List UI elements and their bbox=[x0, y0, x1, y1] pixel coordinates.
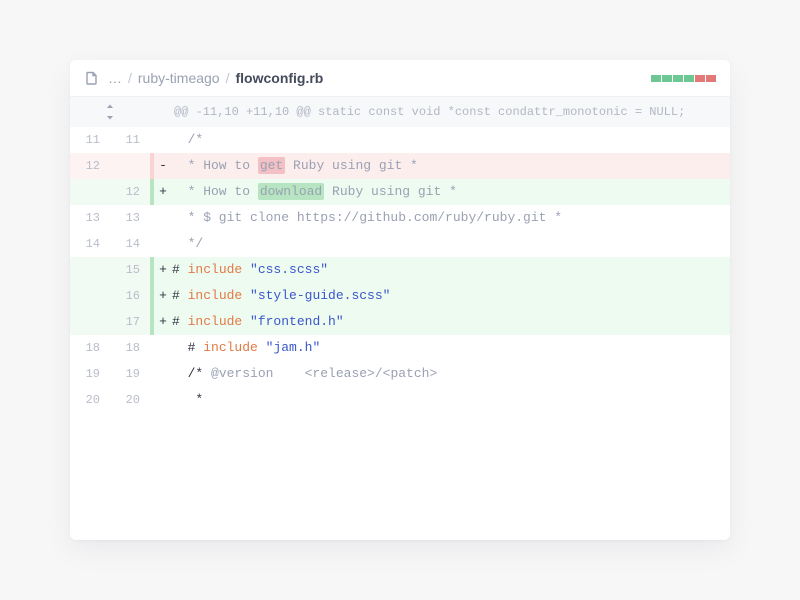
diff-content: * bbox=[172, 387, 730, 413]
line-number-new bbox=[110, 153, 150, 179]
line-number-new: 17 bbox=[110, 309, 150, 335]
diff-line[interactable]: 2020 * bbox=[70, 387, 730, 413]
breadcrumb-ellipsis: … bbox=[108, 70, 122, 86]
line-number-new: 18 bbox=[110, 335, 150, 361]
line-number-old: 11 bbox=[70, 127, 110, 153]
diff-line[interactable]: 17+# include "frontend.h" bbox=[70, 309, 730, 335]
line-number-old: 12 bbox=[70, 153, 110, 179]
diff-stat-bar bbox=[684, 75, 694, 82]
breadcrumb-sep: / bbox=[226, 70, 230, 86]
diff-stat-bar bbox=[695, 75, 705, 82]
diff-sign bbox=[154, 361, 172, 387]
diff-content: # include "frontend.h" bbox=[172, 309, 730, 335]
diff-content: /* bbox=[172, 127, 730, 153]
diff-stat-bar bbox=[662, 75, 672, 82]
expand-hunk-button[interactable] bbox=[70, 103, 150, 121]
breadcrumb-dir: ruby-timeago bbox=[138, 70, 220, 86]
diff-line[interactable]: 15+# include "css.scss" bbox=[70, 257, 730, 283]
line-number-old bbox=[70, 257, 110, 283]
diff-sign bbox=[154, 335, 172, 361]
expand-icon bbox=[104, 103, 116, 121]
line-number-old bbox=[70, 309, 110, 335]
diff-sign: - bbox=[154, 153, 172, 179]
diff-stat-bar bbox=[651, 75, 661, 82]
diff-line[interactable]: 12+ * How to download Ruby using git * bbox=[70, 179, 730, 205]
diff-sign: + bbox=[154, 257, 172, 283]
diff-line[interactable]: 1414 */ bbox=[70, 231, 730, 257]
line-number-new: 19 bbox=[110, 361, 150, 387]
diff-line[interactable]: 1313 * $ git clone https://github.com/ru… bbox=[70, 205, 730, 231]
line-number-new: 20 bbox=[110, 387, 150, 413]
diff-sign: + bbox=[154, 309, 172, 335]
file-header: … / ruby-timeago / flowconfig.rb bbox=[70, 60, 730, 97]
line-number-new: 16 bbox=[110, 283, 150, 309]
diff-sign bbox=[154, 387, 172, 413]
diff-sign: + bbox=[154, 179, 172, 205]
line-number-new: 14 bbox=[110, 231, 150, 257]
diff-sign: + bbox=[154, 283, 172, 309]
diff-content: */ bbox=[172, 231, 730, 257]
diff-content: * How to get Ruby using git * bbox=[172, 153, 730, 179]
breadcrumb-file: flowconfig.rb bbox=[235, 70, 323, 86]
diff-stat-bar bbox=[673, 75, 683, 82]
breadcrumb[interactable]: … / ruby-timeago / flowconfig.rb bbox=[108, 70, 323, 86]
diff-line[interactable]: 12 - * How to get Ruby using git * bbox=[70, 153, 730, 179]
line-number-old: 20 bbox=[70, 387, 110, 413]
line-number-old bbox=[70, 283, 110, 309]
diff-line[interactable]: 16+# include "style-guide.scss" bbox=[70, 283, 730, 309]
line-number-new: 13 bbox=[110, 205, 150, 231]
diff-sign bbox=[154, 127, 172, 153]
line-number-new: 11 bbox=[110, 127, 150, 153]
diff-sign bbox=[154, 231, 172, 257]
diff-content: * How to download Ruby using git * bbox=[172, 179, 730, 205]
breadcrumb-sep: / bbox=[128, 70, 132, 86]
diff-stat-bar bbox=[706, 75, 716, 82]
diff-panel: … / ruby-timeago / flowconfig.rb @@ -11,… bbox=[70, 60, 730, 540]
diff-line[interactable]: 1818 # include "jam.h" bbox=[70, 335, 730, 361]
diff-code: 1111 /*12- * How to get Ruby using git *… bbox=[70, 127, 730, 413]
diff-content: # include "jam.h" bbox=[172, 335, 730, 361]
line-number-new: 15 bbox=[110, 257, 150, 283]
line-number-old bbox=[70, 179, 110, 205]
hunk-header-row: @@ -11,10 +11,10 @@ static const void *c… bbox=[70, 97, 730, 127]
line-number-old: 13 bbox=[70, 205, 110, 231]
diff-content: # include "css.scss" bbox=[172, 257, 730, 283]
diff-line[interactable]: 1919 /* @version <release>/<patch> bbox=[70, 361, 730, 387]
line-number-old: 19 bbox=[70, 361, 110, 387]
diff-line[interactable]: 1111 /* bbox=[70, 127, 730, 153]
diff-content: * $ git clone https://github.com/ruby/ru… bbox=[172, 205, 730, 231]
diff-sign bbox=[154, 205, 172, 231]
diff-content: # include "style-guide.scss" bbox=[172, 283, 730, 309]
line-number-old: 18 bbox=[70, 335, 110, 361]
diff-stat-bars bbox=[651, 75, 716, 82]
line-number-new: 12 bbox=[110, 179, 150, 205]
line-number-old: 14 bbox=[70, 231, 110, 257]
hunk-header-text: @@ -11,10 +11,10 @@ static const void *c… bbox=[150, 105, 685, 119]
diff-content: /* @version <release>/<patch> bbox=[172, 361, 730, 387]
diff-empty-area bbox=[70, 413, 730, 540]
file-icon bbox=[84, 70, 100, 86]
